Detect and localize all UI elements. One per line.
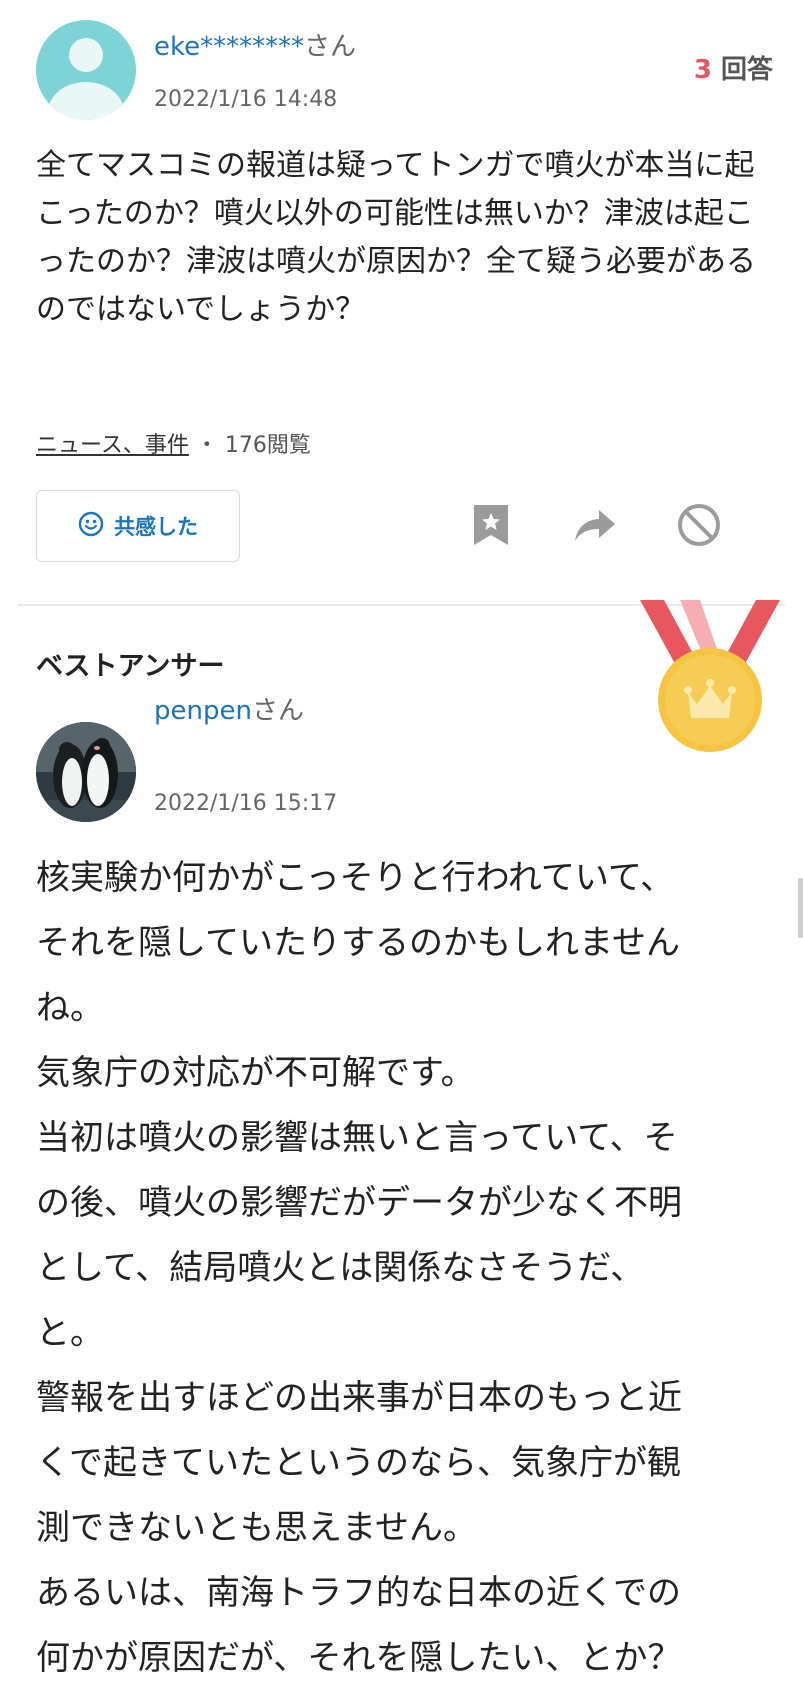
kyokan-label: 共感した [114,515,198,539]
view-count: 176閲覧 [224,433,311,458]
questioner-avatar[interactable] [36,20,136,120]
questioner-name-suffix: さん [304,32,357,62]
category-link[interactable]: ニュース、事件 [36,433,189,458]
answerer-name-text[interactable]: penpen [154,696,252,726]
answer-line: ね。 [36,988,104,1028]
answer-line: 核実験か何かがこっそりと行われていて、 [36,858,675,898]
answer-count-label: 回答 [720,55,773,85]
smile-icon [78,511,104,542]
medal-crown-icon [640,600,780,760]
answer-line: 警報を出すほどの出来事が日本のもっと近 [36,1378,682,1418]
meta-separator: ・ [195,433,218,458]
answerer-name-suffix: さん [251,696,304,726]
answer-line: 当初は噴火の影響は無いと言っていて、そ [36,1118,678,1158]
answer-line: の後、噴火の影響だがデータが少なく不明 [36,1183,682,1223]
best-answer-title: ベストアンサー [36,651,225,682]
questioner-name-text[interactable]: eke******** [154,32,304,62]
questioner-name[interactable]: eke********さん [154,30,356,64]
answerer-avatar[interactable] [36,722,136,822]
answer-count-number: 3 [693,55,712,85]
bookmark-icon[interactable] [464,498,518,552]
question-body: 全てマスコミの報道は疑ってトンガで噴火が本当に起こったのか？噴火以外の可能性は無… [36,148,756,327]
question-meta: ニュース、事件 ・ 176閲覧 [36,432,311,460]
answer-line: 気象庁の対応が不可解です。 [36,1053,475,1093]
question-date: 2022/1/16 14:48 [154,87,338,112]
block-icon[interactable] [672,498,726,552]
answer-body: 核実験か何かがこっそりと行われていて、 それを隠していたりするのかもしれません … [36,846,776,1691]
answer-line: それを隠していたりするのかもしれません [36,923,680,963]
kyokan-button[interactable]: 共感した [36,490,240,562]
answer-line: として、結局噴火とは関係なさそうだ、 [36,1248,645,1288]
answer-line: くで起きていたというのなら、気象庁が観 [36,1443,681,1483]
answer-count: 3 回答 [694,54,773,86]
share-icon[interactable] [568,498,622,552]
answer-line: 測できないとも思えません。 [36,1508,477,1548]
answerer-name[interactable]: penpenさん [154,694,304,728]
scrollbar[interactable] [798,878,803,938]
answer-date: 2022/1/16 15:17 [154,791,338,816]
answer-line: と。 [36,1313,104,1353]
answer-line: 何かが原因だが、それを隠したい、とか？ [36,1638,682,1678]
answer-line: あるいは、南海トラフ的な日本の近くでの [36,1573,681,1613]
